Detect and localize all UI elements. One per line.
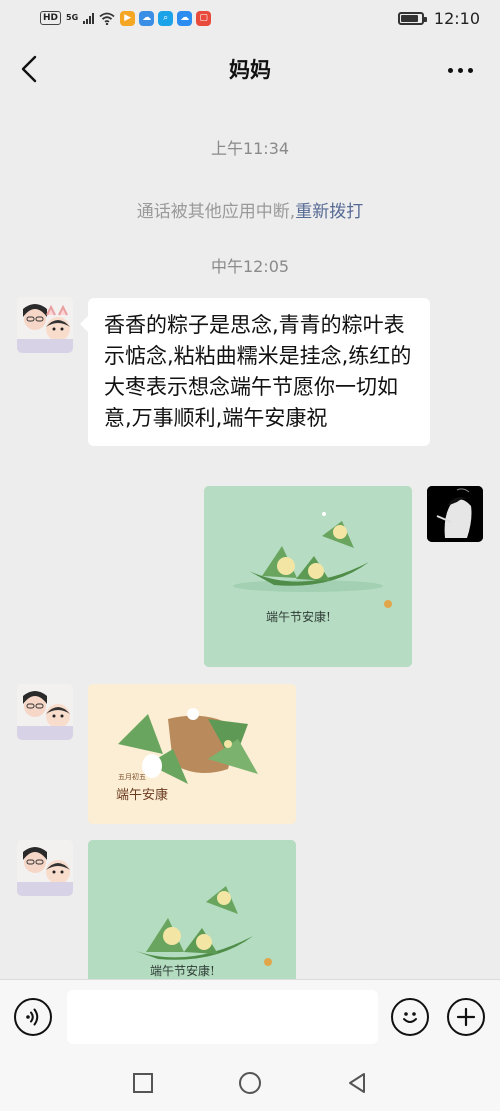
battery-icon [397,11,427,25]
image-caption-small: 五月初五 [118,773,146,781]
network-type: 5G [66,13,79,22]
wifi-icon [99,12,115,25]
status-bar: HD 5G ▶ ☁ ⌕ ☁ ▢ 12:10 [0,0,500,36]
image-message[interactable]: 端午节安康! [88,840,296,979]
message-input[interactable] [67,990,378,1044]
cloud-app-icon: ☁ [139,10,155,26]
chevron-left-icon[interactable] [14,54,44,84]
chat-title: 妈妈 [229,58,271,82]
message-bubble[interactable]: 香香的粽子是思念,青青的粽叶表示惦念,粘粘曲糯米是挂念,练红的大枣表示想念端午节… [80,298,430,446]
system-navigation-bar [0,1055,500,1111]
square-icon[interactable] [129,1069,157,1097]
triangle-back-icon[interactable] [343,1069,371,1097]
hd-badge: HD [40,11,62,25]
call-interrupted-notice: 通话被其他应用中断,重新拨打 [0,197,500,222]
image-caption: 端午安康 [116,788,169,803]
chat-messages[interactable]: 上午11:34 通话被其他应用中断,重新拨打 中午12:05 香香的粽子是思念,… [0,102,500,979]
circle-icon[interactable] [236,1069,264,1097]
image-caption: 端午节安康! [150,964,215,978]
call-notice-text: 通话被其他应用中断, [136,202,296,222]
image-caption: 端午节安康! [266,610,331,624]
video-app-icon: ▶ [120,10,136,26]
status-time: 12:10 [433,8,480,28]
voice-icon[interactable] [14,998,52,1036]
redial-link[interactable]: 重新拨打 [295,202,363,222]
chat-header: 妈妈 [0,36,500,102]
avatar[interactable] [17,684,73,740]
image-message[interactable]: 端午节安康! [204,486,412,667]
weather-app-icon: ☁ [177,10,193,26]
red-app-icon: ▢ [196,10,212,26]
avatar[interactable] [17,297,73,353]
emoji-icon[interactable] [391,998,429,1036]
more-dots-icon[interactable] [440,60,480,80]
image-message[interactable]: 五月初五 端午安康 [88,684,296,824]
input-bar [0,979,500,1055]
timestamp: 上午11:34 [210,139,290,158]
plus-icon[interactable] [447,998,485,1036]
message-text: 香香的粽子是思念,青青的粽叶表示惦念,粘粘曲糯米是挂念,练红的大枣表示想念端午节… [104,313,412,430]
search-app-icon: ⌕ [158,10,174,26]
timestamp: 中午12:05 [210,257,290,276]
signal-icon [83,12,95,24]
avatar[interactable] [427,486,483,542]
avatar[interactable] [17,840,73,896]
